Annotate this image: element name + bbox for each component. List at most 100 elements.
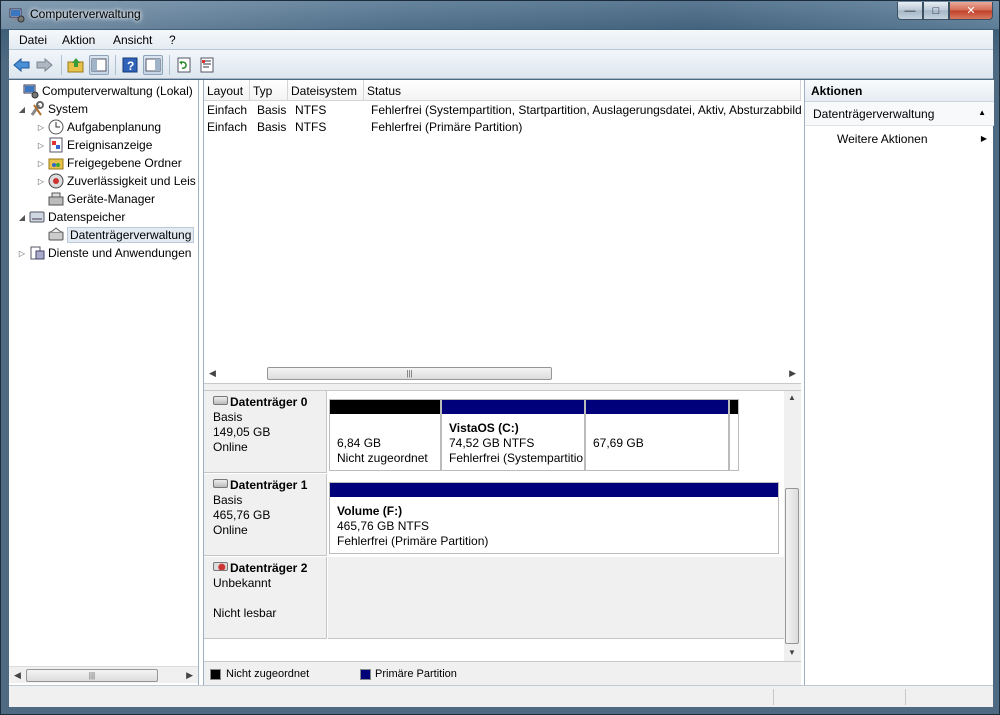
disk-2-area [328, 557, 784, 639]
minimize-button[interactable]: — [897, 2, 923, 20]
show-tree-icon[interactable] [89, 55, 109, 75]
legend: Nicht zugeordnet Primäre Partition [204, 661, 801, 685]
scrollbar-thumb[interactable] [785, 488, 799, 644]
legend-unallocated: Nicht zugeordnet [226, 668, 310, 680]
close-button[interactable]: ✕ [949, 2, 993, 20]
partition-volume-f[interactable]: Volume (F:) 465,76 GB NTFS Fehlerfrei (P… [329, 482, 779, 554]
navigation-tree: Computerverwaltung (Lokal) ◢ System ▷ Au… [9, 80, 199, 685]
main-area: Computerverwaltung (Lokal) ◢ System ▷ Au… [9, 80, 994, 685]
tree-datenspeicher[interactable]: ◢ Datenspeicher [17, 208, 125, 226]
menu-datei[interactable]: Datei [19, 33, 47, 47]
window-title: Computerverwaltung [30, 7, 141, 21]
pane-splitter[interactable] [204, 383, 801, 391]
collapse-icon[interactable]: ◢ [17, 213, 27, 222]
column-header-status[interactable]: Status [364, 80, 801, 101]
tree-ereignisanzeige[interactable]: ▷ Ereignisanzeige [36, 136, 152, 154]
maximize-button[interactable]: □ [923, 2, 949, 20]
back-icon[interactable] [12, 55, 32, 75]
scrollbar-thumb[interactable]: ||| [267, 367, 552, 380]
tree-zuverlaessigkeit[interactable]: ▷ Zuverlässigkeit und Leis [36, 172, 196, 190]
column-header-typ[interactable]: Typ [250, 80, 288, 101]
partition-vistaos-c[interactable]: VistaOS (C:) 74,52 GB NTFS Fehlerfrei (S… [441, 399, 585, 471]
disk-icon [213, 396, 228, 405]
cell-dateisystem: NTFS [295, 120, 327, 134]
scroll-left-icon[interactable]: ◀ [14, 670, 21, 681]
storage-icon [29, 211, 45, 223]
collapse-up-icon[interactable]: ▲ [978, 108, 986, 117]
disk-2-label[interactable]: Datenträger 2 Unbekannt Nicht lesbar [204, 557, 327, 639]
menu-aktion[interactable]: Aktion [62, 33, 95, 47]
column-header-layout[interactable]: Layout [204, 80, 250, 101]
menu-ansicht[interactable]: Ansicht [113, 33, 152, 47]
submenu-arrow-icon: ▶ [980, 134, 987, 143]
disk-1-label[interactable]: Datenträger 1 Basis 465,76 GB Online [204, 474, 327, 556]
toolbar: ? [9, 50, 993, 79]
tree-root[interactable]: Computerverwaltung (Lokal) [11, 82, 193, 100]
disk-graphical-view: Datenträger 0 Basis 149,05 GB Online 6,8… [204, 391, 801, 661]
weitere-aktionen-item[interactable]: Weitere Aktionen [837, 132, 928, 146]
cell-status: Fehlerfrei (Systempartition, Startpartit… [371, 103, 801, 117]
cell-status: Fehlerfrei (Primäre Partition) [371, 120, 523, 134]
tools-icon [30, 101, 44, 116]
tree-datentraegerverwaltung[interactable]: Datenträgerverwaltung [36, 226, 195, 244]
help-icon[interactable]: ? [120, 55, 140, 75]
up-folder-icon[interactable] [66, 55, 86, 75]
refresh-icon[interactable] [174, 55, 194, 75]
scroll-right-icon[interactable]: ▶ [186, 670, 193, 681]
cell-typ: Basis [257, 103, 287, 117]
clock-icon [48, 119, 64, 135]
tree-freigegebene-ordner[interactable]: ▷ Freigegebene Ordner [36, 154, 182, 172]
cell-typ: Basis [257, 120, 287, 134]
svg-text:?: ? [127, 59, 134, 73]
scroll-left-icon[interactable]: ◀ [209, 368, 216, 379]
status-bar [9, 685, 993, 707]
tree-system[interactable]: ◢ System [17, 100, 88, 118]
list-horizontal-scrollbar[interactable]: ◀ ||| ▶ [204, 365, 801, 382]
scrollbar-thumb[interactable]: ||| [26, 669, 158, 682]
expand-icon[interactable]: ▷ [36, 123, 46, 132]
legend-primary: Primäre Partition [375, 668, 457, 680]
computer-management-icon [9, 8, 25, 23]
volume-list: Layout Typ Dateisystem Status Einfach Ba… [204, 80, 801, 383]
tree-aufgabenplanung[interactable]: ▷ Aufgabenplanung [36, 118, 161, 136]
computer-management-icon [23, 84, 39, 99]
actions-section-datentraegerverwaltung[interactable]: Datenträgerverwaltung ▲ [805, 102, 994, 126]
partition-67gb[interactable]: 67,69 GB [585, 399, 729, 471]
disk-error-icon [213, 562, 228, 571]
disks-vertical-scrollbar[interactable]: ▲ ▼ [784, 391, 801, 661]
column-header-dateisystem[interactable]: Dateisystem [288, 80, 364, 101]
services-icon [30, 246, 45, 260]
show-pane-icon[interactable] [143, 55, 163, 75]
collapse-icon[interactable]: ◢ [17, 105, 27, 114]
event-viewer-icon [49, 137, 63, 153]
cell-layout: Einfach [207, 120, 248, 134]
scroll-up-icon[interactable]: ▲ [788, 393, 796, 402]
forward-icon[interactable] [34, 55, 54, 75]
legend-swatch-unallocated [210, 669, 221, 680]
scroll-right-icon[interactable]: ▶ [789, 368, 796, 379]
partition-small[interactable] [729, 399, 739, 471]
cell-layout: Einfach [207, 103, 248, 117]
title-bar[interactable]: Computerverwaltung — □ ✕ [1, 1, 999, 29]
tree-horizontal-scrollbar[interactable]: ◀ ||| ▶ [9, 666, 198, 683]
menu-help[interactable]: ? [169, 33, 176, 47]
actions-header: Aktionen [805, 80, 994, 102]
menu-bar: Datei Aktion Ansicht ? [9, 30, 993, 50]
cell-dateisystem: NTFS [295, 103, 327, 117]
expand-icon[interactable]: ▷ [17, 249, 27, 258]
expand-icon[interactable]: ▷ [36, 141, 46, 150]
partition-unallocated[interactable]: 6,84 GB Nicht zugeordnet [329, 399, 441, 471]
tree-dienste[interactable]: ▷ Dienste und Anwendungen [17, 244, 192, 262]
legend-swatch-primary [360, 669, 371, 680]
actions-pane: Aktionen Datenträgerverwaltung ▲ Weitere… [804, 80, 994, 685]
app-window: Computerverwaltung — □ ✕ Datei Aktion An… [0, 0, 1000, 715]
disk-icon [213, 479, 228, 488]
shared-folder-icon [48, 158, 64, 170]
expand-icon[interactable]: ▷ [36, 177, 46, 186]
disk-0-label[interactable]: Datenträger 0 Basis 149,05 GB Online [204, 391, 327, 473]
expand-icon[interactable]: ▷ [36, 159, 46, 168]
tree-geraete-manager[interactable]: Geräte-Manager [36, 190, 155, 208]
scroll-down-icon[interactable]: ▼ [788, 648, 796, 657]
properties-icon[interactable] [197, 55, 217, 75]
disk-management-icon [48, 227, 64, 241]
